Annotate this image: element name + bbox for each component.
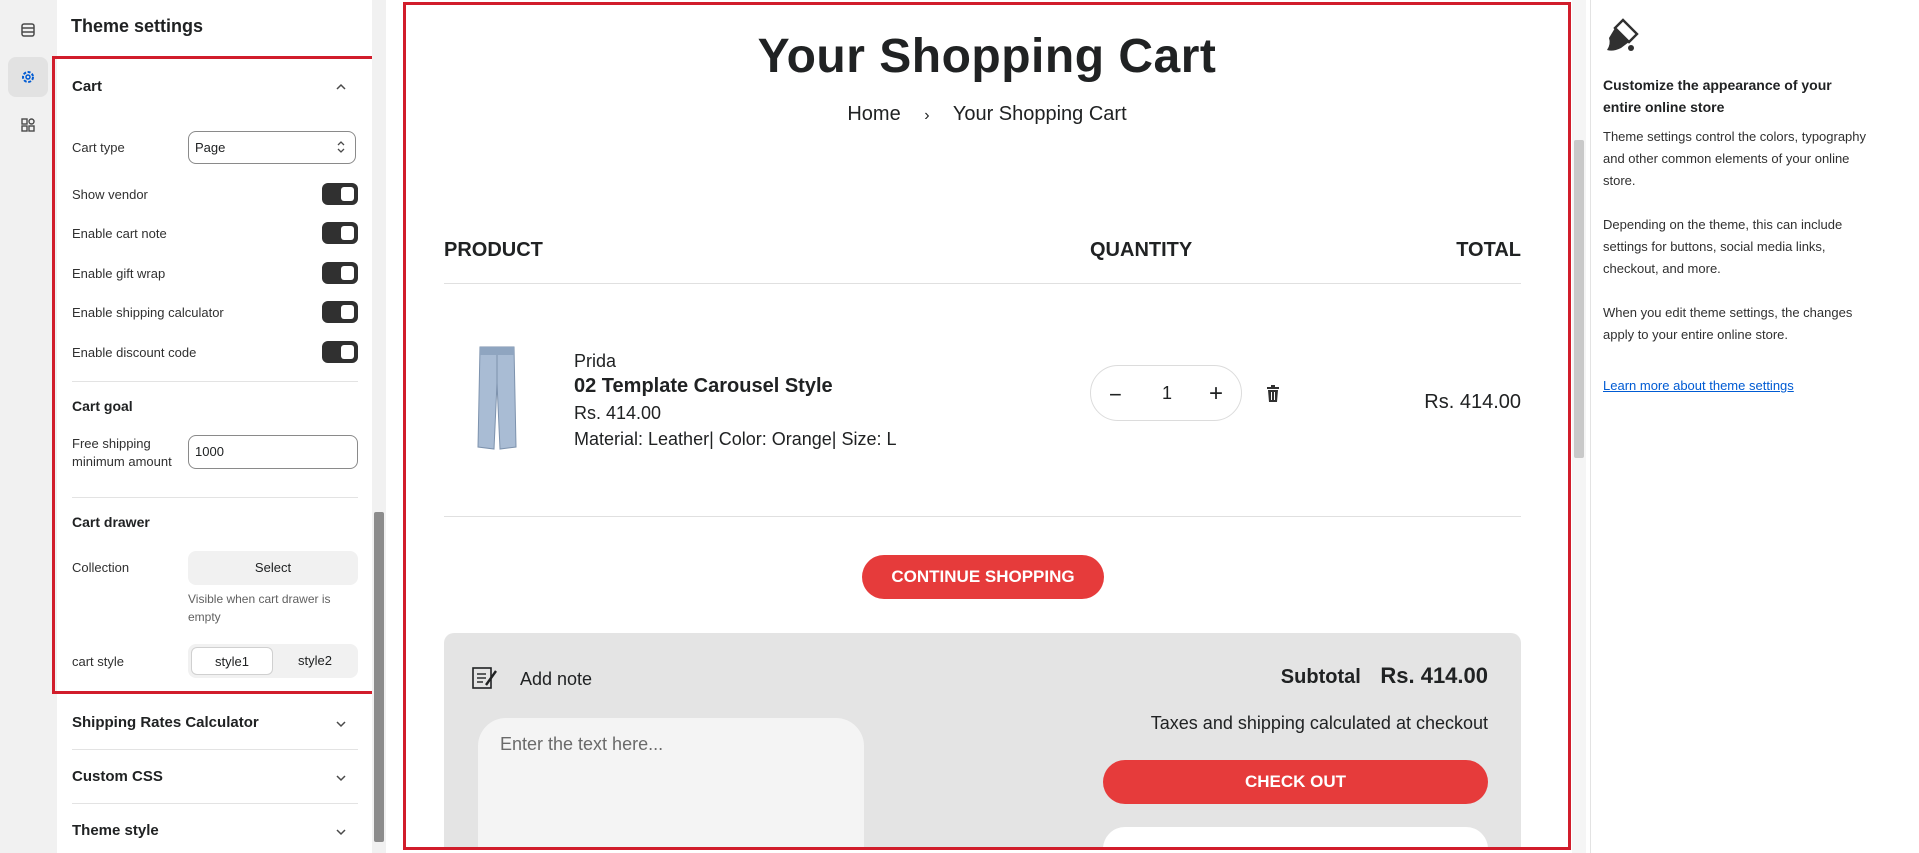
settings-scroll-thumb[interactable] xyxy=(374,512,384,842)
col-product: PRODUCT xyxy=(444,239,543,261)
product-variant: Material: Leather| Color: Orange| Size: … xyxy=(574,429,897,449)
taxes-note: Taxes and shipping calculated at checkou… xyxy=(1150,713,1488,733)
product-name[interactable]: 02 Template Carousel Style xyxy=(574,375,833,398)
line-total: Rs. 414.00 xyxy=(1424,391,1521,413)
chevron-down-icon[interactable] xyxy=(336,719,346,729)
help-paragraph-3: When you edit theme settings, the change… xyxy=(1603,305,1853,342)
accordion-shipping-rates[interactable]: Shipping Rates Calculator xyxy=(72,714,358,731)
accordion-label: Theme style xyxy=(72,822,159,839)
product-price: Rs. 414.00 xyxy=(574,403,662,423)
divider xyxy=(72,749,358,750)
apps-icon xyxy=(21,118,35,132)
quantity-stepper: − 1 + xyxy=(1090,365,1242,421)
sections-button[interactable] xyxy=(8,10,48,50)
plus-icon[interactable]: + xyxy=(1209,380,1223,408)
trash-icon[interactable] xyxy=(1266,385,1280,402)
cart-highlight-frame xyxy=(52,56,376,694)
store-preview: Your Shopping Cart Home › Your Shopping … xyxy=(403,2,1571,850)
note-textarea[interactable]: Enter the text here... xyxy=(478,718,864,847)
checkout-button[interactable]: CHECK OUT xyxy=(1103,760,1488,804)
chevron-down-icon[interactable] xyxy=(336,773,346,783)
product-vendor: Prida xyxy=(574,351,617,371)
help-paragraph-2: Depending on the theme, this can include… xyxy=(1603,217,1843,276)
cart-page-title: Your Shopping Cart xyxy=(757,30,1217,83)
accordion-label: Custom CSS xyxy=(72,768,163,785)
accordion-custom-css[interactable]: Custom CSS xyxy=(72,768,358,785)
subtotal-value: Rs. 414.00 xyxy=(1380,663,1488,688)
preview-scroll-thumb[interactable] xyxy=(1574,140,1584,458)
chevron-down-icon[interactable] xyxy=(336,827,346,837)
quantity-value[interactable]: 1 xyxy=(1157,383,1177,404)
paint-brush-icon xyxy=(1607,18,1639,51)
subtotal: Subtotal Rs. 414.00 xyxy=(1106,663,1488,689)
breadcrumb-separator: › xyxy=(924,107,930,124)
gear-icon xyxy=(22,71,34,83)
help-heading: Customize the appearance of your entire … xyxy=(1603,77,1832,115)
learn-more-link[interactable]: Learn more about theme settings xyxy=(1603,378,1794,393)
accordion-label: Shipping Rates Calculator xyxy=(72,714,259,731)
col-total: TOTAL xyxy=(1456,239,1521,261)
col-quantity: QUANTITY xyxy=(1090,239,1193,261)
breadcrumb-current: Your Shopping Cart xyxy=(952,103,1127,125)
accordion-theme-style[interactable]: Theme style xyxy=(72,822,358,839)
subtotal-label: Subtotal xyxy=(1280,666,1361,688)
divider xyxy=(72,803,358,804)
divider xyxy=(444,516,1521,517)
sections-icon xyxy=(21,23,35,37)
app-embeds-button[interactable] xyxy=(8,105,48,145)
breadcrumb: Home › Your Shopping Cart xyxy=(406,103,1568,126)
divider xyxy=(444,283,1521,284)
secondary-checkout-button[interactable] xyxy=(1103,827,1488,847)
add-note-label[interactable]: Add note xyxy=(520,669,592,690)
minus-icon[interactable]: − xyxy=(1109,382,1122,408)
continue-shopping-button[interactable]: CONTINUE SHOPPING xyxy=(862,555,1104,599)
note-icon xyxy=(472,667,497,689)
help-paragraph-1: Theme settings control the colors, typog… xyxy=(1603,129,1867,188)
panel-title: Theme settings xyxy=(71,16,204,36)
left-rail xyxy=(0,0,58,853)
product-image-jeans[interactable] xyxy=(474,343,520,453)
breadcrumb-home[interactable]: Home xyxy=(847,103,900,125)
theme-settings-button[interactable] xyxy=(8,57,48,97)
